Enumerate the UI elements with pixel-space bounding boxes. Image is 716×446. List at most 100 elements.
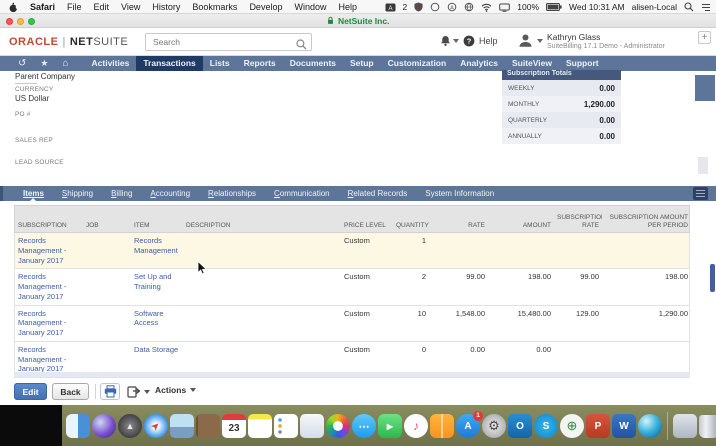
nav-support[interactable]: Support xyxy=(559,56,606,71)
powerpoint-icon[interactable]: P xyxy=(586,414,610,438)
subtab-related-records[interactable]: Related Records xyxy=(339,186,417,201)
messages-icon[interactable]: ⋯ xyxy=(352,414,376,438)
notification-center-icon[interactable] xyxy=(701,3,711,12)
notifications-menu[interactable] xyxy=(440,35,459,47)
weekly-label: WEEKLY xyxy=(508,84,535,92)
user-menu[interactable]: Kathryn Glass SuiteBilling 17.1 Demo - A… xyxy=(518,32,665,51)
subtab-billing[interactable]: Billing xyxy=(102,186,141,201)
menubar-develop[interactable]: Develop xyxy=(249,2,282,12)
macos-menubar: Safari File Edit View History Bookmarks … xyxy=(0,0,716,14)
subscription-link[interactable]: Records Management - January 2017 xyxy=(18,309,66,338)
itunes-icon[interactable]: ♪ xyxy=(404,414,428,438)
print-button[interactable] xyxy=(100,383,120,400)
shield-icon[interactable] xyxy=(414,2,423,12)
subscription-link[interactable]: Records Management - January 2017 xyxy=(18,345,66,374)
preview-icon[interactable] xyxy=(170,414,194,438)
subtab-relationships[interactable]: Relationships xyxy=(199,186,265,201)
help-menu[interactable]: ? Help xyxy=(463,35,498,47)
nav-lists[interactable]: Lists xyxy=(203,56,237,71)
facetime-icon[interactable]: ▶ xyxy=(378,414,402,438)
word-icon[interactable]: W xyxy=(612,414,636,438)
menubar-file[interactable]: File xyxy=(67,2,82,12)
menubar-clock[interactable]: Wed 10:31 AM xyxy=(569,2,625,12)
subtab-accounting[interactable]: Accounting xyxy=(141,186,199,201)
app-store-icon[interactable]: A1 xyxy=(456,411,483,438)
outlook-icon[interactable]: O xyxy=(508,414,532,438)
image-capture-icon[interactable] xyxy=(300,414,324,438)
table-row: Records Management - January 2017 Set Up… xyxy=(14,269,690,306)
calendar-icon[interactable]: 23 xyxy=(222,414,246,438)
actions-menu[interactable]: Actions xyxy=(155,385,197,395)
photos-icon[interactable] xyxy=(326,414,350,438)
battery-icon[interactable] xyxy=(546,3,562,11)
contacts-icon[interactable] xyxy=(196,414,220,438)
menubar-device-name[interactable]: alisen-Local xyxy=(632,2,677,12)
downloads-folder-icon[interactable] xyxy=(673,414,697,438)
apple-menu-icon[interactable] xyxy=(9,2,19,12)
site-security-badge[interactable]: NetSuite Inc. xyxy=(0,16,716,26)
notes-icon[interactable] xyxy=(248,414,272,438)
launchpad-icon[interactable]: ▲ xyxy=(118,414,142,438)
search-icon[interactable] xyxy=(296,37,307,55)
menubar-app-name[interactable]: Safari xyxy=(30,2,55,12)
spotlight-search-icon[interactable] xyxy=(684,2,694,12)
export-menu[interactable] xyxy=(127,385,150,398)
siri-icon[interactable] xyxy=(92,414,116,438)
global-search-input[interactable] xyxy=(151,35,291,49)
rate-cell: 99.00 xyxy=(466,272,485,282)
input-source-icon[interactable]: A xyxy=(385,3,396,12)
anyconnect-icon[interactable]: ⊕ xyxy=(560,414,584,438)
totals-row-annually: ANNUALLY 0.00 xyxy=(502,128,621,144)
subtab-items[interactable]: Items xyxy=(14,186,53,202)
display-icon[interactable] xyxy=(499,3,511,12)
menubar-help[interactable]: Help xyxy=(338,2,357,12)
sync-circle-icon[interactable] xyxy=(430,2,440,12)
safari-icon[interactable]: ➤ xyxy=(144,414,168,438)
item-link[interactable]: Data Storage xyxy=(134,345,178,354)
item-link[interactable]: Set Up and Training xyxy=(134,272,172,291)
nav-suiteview[interactable]: SuiteView xyxy=(505,56,559,71)
skype-icon[interactable]: S xyxy=(534,414,558,438)
new-tab-button[interactable]: + xyxy=(698,31,711,44)
nav-analytics[interactable]: Analytics xyxy=(453,56,505,71)
globe-icon[interactable] xyxy=(464,2,474,12)
menubar-history[interactable]: History xyxy=(152,2,180,12)
reminders-icon[interactable] xyxy=(274,414,298,438)
collapsed-panel-tab[interactable] xyxy=(695,75,715,101)
shortcuts-star-icon[interactable]: ★ xyxy=(40,56,48,71)
nav-customization[interactable]: Customization xyxy=(381,56,454,71)
teamviewer-icon[interactable] xyxy=(638,414,662,438)
nav-transactions[interactable]: Transactions xyxy=(136,56,203,71)
back-button[interactable]: Back xyxy=(52,383,89,400)
scrollbar-fragment xyxy=(698,157,708,174)
menubar-edit[interactable]: Edit xyxy=(94,2,110,12)
finder-icon[interactable] xyxy=(66,414,90,438)
subscription-link[interactable]: Records Management - January 2017 xyxy=(18,272,66,301)
nav-reports[interactable]: Reports xyxy=(237,56,283,71)
menubar-bookmarks[interactable]: Bookmarks xyxy=(192,2,237,12)
menubar-window[interactable]: Window xyxy=(294,2,326,12)
menubar-view[interactable]: View xyxy=(121,2,140,12)
netsuite-logo[interactable]: ORACLE | NETSUITE xyxy=(9,36,128,48)
wifi-icon[interactable] xyxy=(481,3,492,12)
scrollbar-thumb[interactable] xyxy=(710,264,715,292)
nav-setup[interactable]: Setup xyxy=(343,56,381,71)
books-icon[interactable] xyxy=(430,414,454,438)
global-search[interactable] xyxy=(145,33,312,51)
system-preferences-icon[interactable]: ⚙ xyxy=(482,414,506,438)
home-icon[interactable]: ⌂ xyxy=(62,56,68,71)
subtab-menu-icon[interactable] xyxy=(693,187,708,200)
chevron-down-icon xyxy=(190,388,197,392)
item-link[interactable]: Software Access xyxy=(134,309,164,328)
edit-button[interactable]: Edit xyxy=(14,383,47,400)
subtab-system-information[interactable]: System Information xyxy=(416,186,503,201)
nav-documents[interactable]: Documents xyxy=(283,56,343,71)
subscription-link[interactable]: Records Management - January 2017 xyxy=(18,236,66,265)
item-link[interactable]: Records Management xyxy=(134,236,178,255)
assistant-icon[interactable]: A xyxy=(447,2,457,12)
nav-activities[interactable]: Activities xyxy=(85,56,137,71)
subtab-shipping[interactable]: Shipping xyxy=(53,186,102,201)
subtab-communication[interactable]: Communication xyxy=(265,186,339,201)
trash-icon[interactable] xyxy=(699,414,716,438)
recents-icon[interactable]: ↺ xyxy=(18,56,26,71)
